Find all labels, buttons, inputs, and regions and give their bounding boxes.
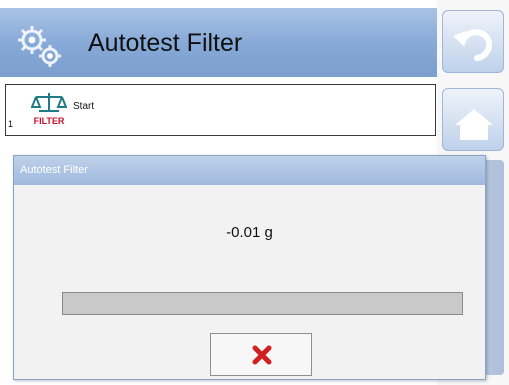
title-bar: Autotest Filter	[0, 8, 437, 77]
close-icon	[252, 345, 272, 365]
row-label: Start	[73, 101, 95, 112]
filter-icon-text: FILTER	[34, 116, 65, 126]
cancel-button[interactable]	[210, 333, 312, 376]
back-arrow-icon	[453, 29, 493, 61]
weight-value: -0.01 g	[226, 224, 273, 241]
dialog-title-bar: Autotest Filter	[14, 156, 485, 185]
home-button[interactable]	[442, 88, 504, 151]
list-item[interactable]: 1 FILTER Start	[5, 84, 436, 136]
row-index: 1	[8, 119, 14, 129]
autotest-dialog: Autotest Filter -0.01 g	[13, 155, 486, 380]
gears-icon	[18, 26, 61, 67]
dialog-title: Autotest Filter	[20, 164, 88, 176]
home-icon	[455, 109, 493, 140]
progress-bar	[62, 292, 463, 315]
filter-icon: FILTER	[31, 93, 67, 126]
back-button[interactable]	[442, 10, 504, 73]
page-title: Autotest Filter	[88, 29, 243, 57]
